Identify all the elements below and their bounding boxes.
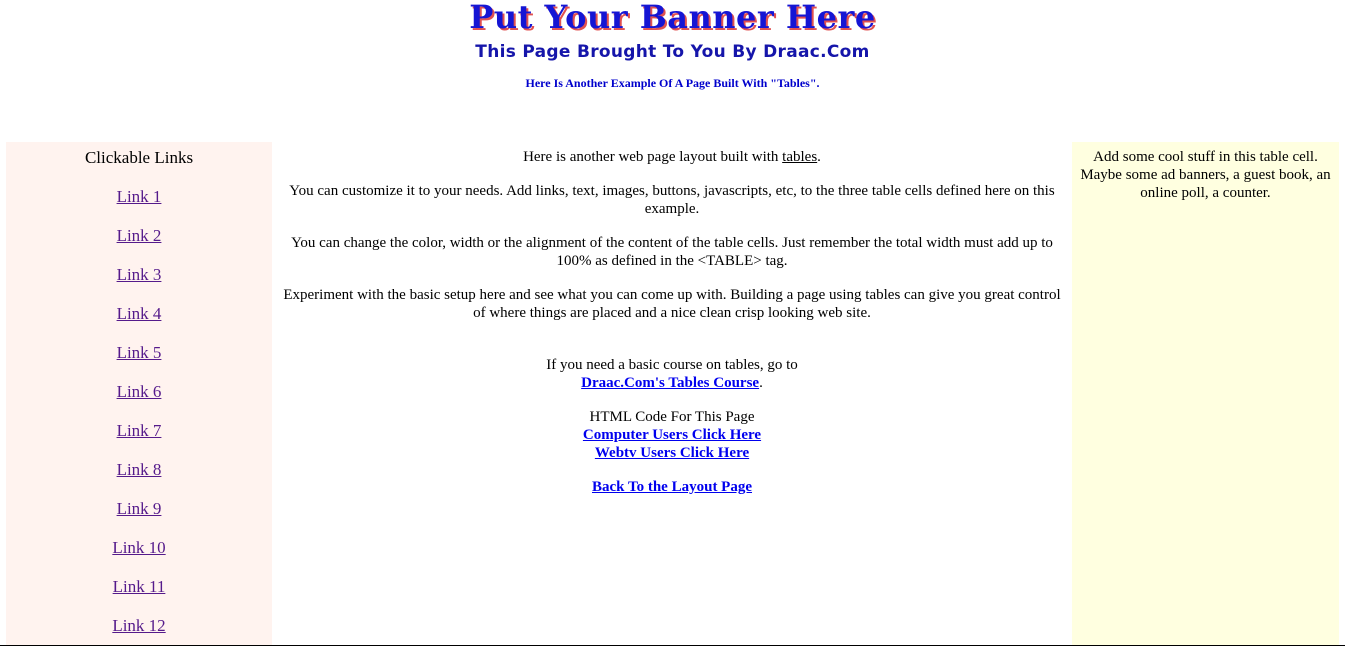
sidebar-heading: Clickable Links xyxy=(84,148,194,167)
sidebar-link-5[interactable]: Link 5 xyxy=(6,343,272,363)
course-paragraph: If you need a basic course on tables, go… xyxy=(276,356,1068,392)
sidebar-link-1[interactable]: Link 1 xyxy=(6,187,272,207)
sidebar-link-12[interactable]: Link 12 xyxy=(6,616,272,636)
sidebar-link-7[interactable]: Link 7 xyxy=(6,421,272,441)
header: Put Your Banner Here This Page Brought T… xyxy=(0,0,1345,91)
sidebar-link-11[interactable]: Link 11 xyxy=(6,577,272,597)
sidebar-link-2[interactable]: Link 2 xyxy=(6,226,272,246)
intro-paragraph: Here is another web page layout built wi… xyxy=(276,148,1068,166)
code-heading: HTML Code For This Page xyxy=(589,409,755,425)
right-sidebar-text: Add some cool stuff in this table cell. … xyxy=(1080,149,1331,201)
course-period: . xyxy=(759,375,763,391)
color-width-paragraph: You can change the color, width or the a… xyxy=(291,235,1053,269)
course-text: If you need a basic course on tables, go… xyxy=(546,357,798,373)
banner-subtitle: This Page Brought To You By Draac.Com xyxy=(475,42,870,62)
customize-paragraph: You can customize it to your needs. Add … xyxy=(289,183,1055,217)
left-sidebar: Clickable Links Link 1 Link 2 Link 3 Lin… xyxy=(6,142,272,646)
sidebar-link-4[interactable]: Link 4 xyxy=(6,304,272,324)
layout-table: Clickable Links Link 1 Link 2 Link 3 Lin… xyxy=(6,142,1339,646)
page: Put Your Banner Here This Page Brought T… xyxy=(0,0,1345,646)
sidebar-link-3[interactable]: Link 3 xyxy=(6,265,272,285)
experiment-paragraph: Experiment with the basic setup here and… xyxy=(283,287,1061,321)
webtv-users-link[interactable]: Webtv Users Click Here xyxy=(595,445,749,461)
intro-period: . xyxy=(817,149,821,165)
banner-title: Put Your Banner Here xyxy=(469,0,876,36)
tables-link[interactable]: tables xyxy=(782,149,817,165)
sidebar-link-10[interactable]: Link 10 xyxy=(6,538,272,558)
intro-text: Here is another web page layout built wi… xyxy=(523,149,783,165)
code-paragraph: HTML Code For This Page Computer Users Cl… xyxy=(276,408,1068,462)
sidebar-link-6[interactable]: Link 6 xyxy=(6,382,272,402)
right-sidebar: Add some cool stuff in this table cell. … xyxy=(1072,142,1339,646)
sidebar-link-9[interactable]: Link 9 xyxy=(6,499,272,519)
sidebar-link-8[interactable]: Link 8 xyxy=(6,460,272,480)
tables-course-link[interactable]: Draac.Com's Tables Course xyxy=(581,375,759,391)
banner-note: Here Is Another Example Of A Page Built … xyxy=(525,76,820,90)
back-paragraph: Back To the Layout Page xyxy=(276,478,1068,496)
computer-users-link[interactable]: Computer Users Click Here xyxy=(583,427,761,443)
main-content: Here is another web page layout built wi… xyxy=(272,142,1072,646)
back-to-layout-link[interactable]: Back To the Layout Page xyxy=(592,479,752,495)
